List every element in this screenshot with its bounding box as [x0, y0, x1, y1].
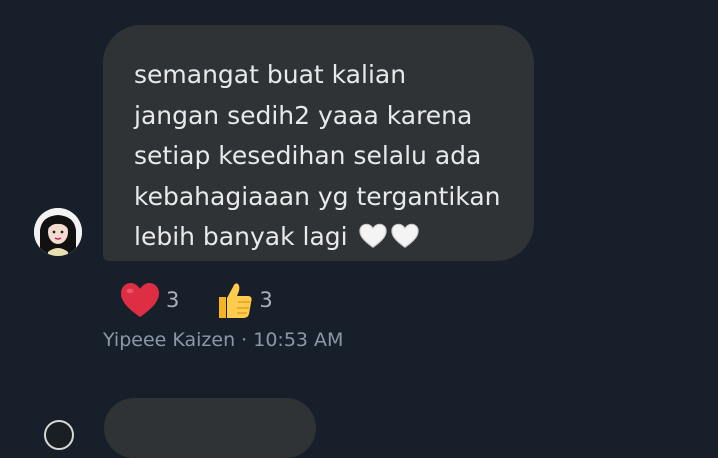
white-heart-icon [358, 223, 387, 248]
message-line: setiap kesedihan selalu ada [134, 141, 482, 170]
reaction-red-heart[interactable]: 3 [118, 279, 179, 321]
white-heart-icon [390, 223, 419, 248]
avatar-image [34, 208, 82, 256]
message-line: kebahagiaaan yg tergantikan [134, 181, 501, 211]
message-last-line: lebih banyak lagi [134, 217, 510, 258]
reaction-count: 3 [259, 288, 273, 312]
reaction-count: 3 [166, 288, 180, 312]
thumbs-up-icon [219, 283, 252, 318]
message-line: jangan sedih2 yaaa karena [134, 100, 473, 130]
sender-avatar[interactable] [34, 208, 82, 256]
message-line: semangat buat kalian [134, 60, 407, 89]
message-line: lebih banyak lagi [134, 222, 348, 251]
next-message-bubble[interactable] [104, 398, 316, 458]
next-message-avatar[interactable] [44, 420, 74, 450]
message-bubble[interactable]: semangat buat kalian jangan sedih2 yaaa … [103, 25, 534, 261]
reaction-thumbs-up[interactable]: 3 [211, 279, 273, 321]
message-meta: Yipeee Kaizen · 10:53 AM [103, 329, 344, 351]
red-heart-icon [121, 283, 159, 317]
reactions-bar: 3 3 [118, 278, 305, 322]
